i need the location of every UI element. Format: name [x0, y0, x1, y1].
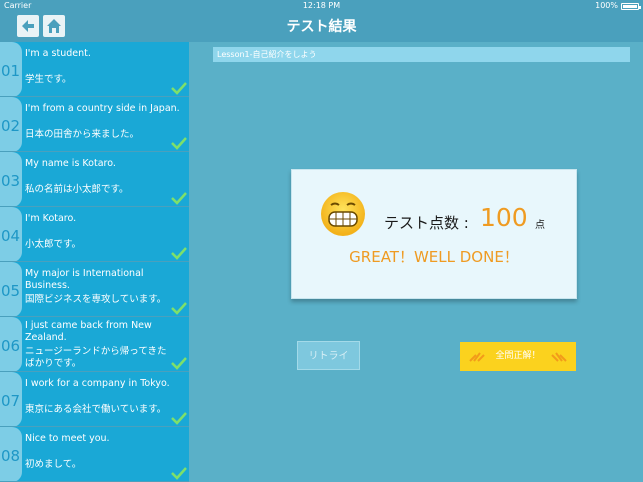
item-number: 06	[1, 337, 21, 355]
japanese-text: 日本の田舎から来ました。	[25, 129, 140, 140]
checkmark-icon	[171, 302, 187, 315]
confetti-right-icon	[551, 352, 567, 362]
all-correct-label: 全問正解！	[495, 351, 541, 361]
english-text: I work for a company in Tokyo.	[25, 378, 170, 389]
all-correct-badge[interactable]: 全問正解！	[460, 342, 576, 371]
checkmark-icon	[171, 412, 187, 425]
list-item[interactable]: 06 I just came back from New Zealand. ニュ…	[0, 317, 189, 372]
status-time: 12:18 PM	[302, 1, 341, 10]
checkmark-icon	[171, 467, 187, 480]
english-text: I'm Kotaro.	[25, 213, 77, 224]
english-text: I'm a student.	[25, 48, 91, 59]
status-bar: Carrier 12:18 PM 100%	[0, 0, 643, 12]
item-number: 05	[1, 282, 21, 300]
japanese-text: 私の名前は小太郎です。	[25, 184, 129, 195]
list-item[interactable]: 07 I work for a company in Tokyo. 東京にある会…	[0, 372, 189, 427]
checkmark-icon	[171, 357, 187, 370]
list-item[interactable]: 03 My name is Kotaro. 私の名前は小太郎です。	[0, 152, 189, 207]
page-title: テスト結果	[286, 19, 357, 35]
checkmark-icon	[171, 247, 187, 260]
score-label: テスト点数 :	[384, 214, 469, 232]
item-number: 08	[1, 447, 21, 465]
item-number: 01	[1, 62, 21, 80]
japanese-text: 東京にある会社で働いています。	[25, 404, 167, 415]
battery-icon	[621, 2, 641, 10]
japanese-text: 初めまして。	[25, 459, 82, 470]
list-item[interactable]: 04 I'm Kotaro. 小太郎です。	[0, 207, 189, 262]
list-item[interactable]: 02 I'm from a country side in Japan. 日本の…	[0, 97, 189, 152]
english-text: My major is International Business.	[25, 268, 144, 291]
item-number: 07	[1, 392, 21, 410]
english-text: I'm from a country side in Japan.	[25, 103, 180, 114]
battery-indicator: 100%	[595, 0, 641, 12]
score-unit: 点	[535, 220, 545, 231]
confetti-left-icon	[469, 352, 485, 362]
item-number: 02	[1, 117, 21, 135]
checkmark-icon	[171, 192, 187, 205]
english-text: I just came back from New Zealand.	[25, 320, 152, 343]
japanese-text: 国際ビジネスを専攻しています。	[25, 294, 167, 305]
grinning-face-icon	[321, 192, 365, 236]
result-card: テスト点数 : 100 点 GREAT！WELL DONE！	[291, 169, 577, 299]
english-text: Nice to meet you.	[25, 433, 110, 444]
battery-percent: 100%	[595, 1, 618, 10]
result-message: GREAT！WELL DONE！	[349, 248, 519, 266]
score-value: 100	[480, 203, 528, 232]
japanese-text: 小太郎です。	[25, 239, 82, 250]
english-text: My name is Kotaro.	[25, 158, 116, 169]
retry-button[interactable]: リトライ	[297, 341, 360, 370]
japanese-text: 学生です。	[25, 74, 72, 85]
lesson-title: Lesson1-自己紹介をしよう	[213, 47, 630, 62]
checkmark-icon	[171, 82, 187, 95]
list-item[interactable]: 05 My major is International Business. 国…	[0, 262, 189, 317]
item-number: 04	[1, 227, 21, 245]
japanese-text: ニュージーランドから帰ってきたばかりです。	[25, 346, 167, 369]
sentence-list: 01 I'm a student. 学生です。 02 I'm from a co…	[0, 42, 189, 482]
nav-bar: テスト結果	[0, 12, 643, 42]
item-number: 03	[1, 172, 21, 190]
list-item[interactable]: 01 I'm a student. 学生です。	[0, 42, 189, 97]
list-item[interactable]: 08 Nice to meet you. 初めまして。	[0, 427, 189, 482]
checkmark-icon	[171, 137, 187, 150]
